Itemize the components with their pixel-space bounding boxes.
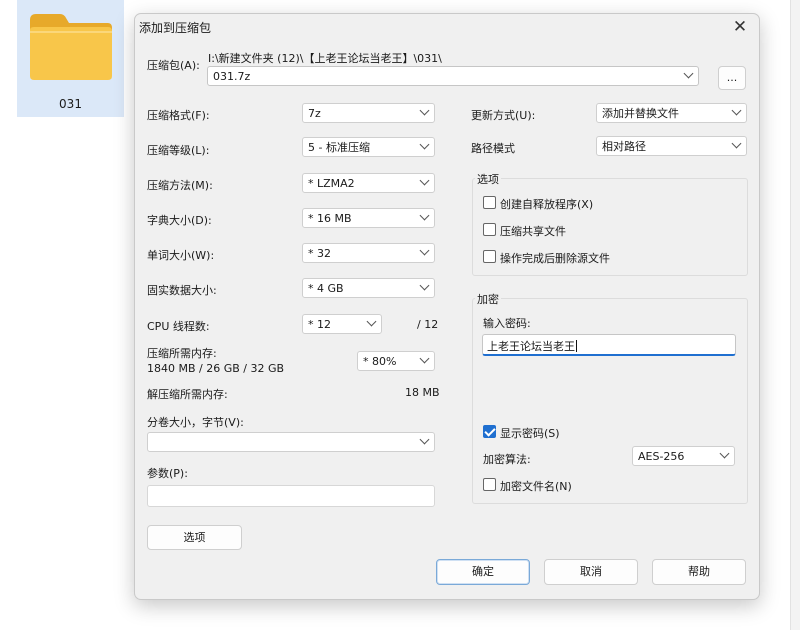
desktop-folder-tile[interactable]: 031 xyxy=(17,0,124,117)
dict-label: 字典大小(D): xyxy=(147,214,212,227)
dict-value: * 16 MB xyxy=(308,212,352,225)
encryption-group-title: 加密 xyxy=(475,291,501,307)
mem-comp-select[interactable]: * 80% xyxy=(357,351,435,371)
solid-select[interactable]: * 4 GB xyxy=(302,278,435,298)
update-label: 更新方式(U): xyxy=(471,109,536,122)
mem-comp-value: * 80% xyxy=(363,355,397,368)
word-select[interactable]: * 32 xyxy=(302,243,435,263)
browse-button[interactable]: ... xyxy=(718,66,746,90)
params-input[interactable] xyxy=(147,485,435,507)
params-label: 参数(P): xyxy=(147,467,188,480)
help-button[interactable]: 帮助 xyxy=(652,559,746,585)
folder-icon xyxy=(30,14,112,80)
archive-path-text: I:\新建文件夹 (12)\【上老王论坛当老王】\031\ xyxy=(208,52,442,65)
background-window-edge xyxy=(790,0,800,630)
delete-label: 操作完成后删除源文件 xyxy=(500,252,610,265)
chevron-down-icon xyxy=(419,280,430,291)
chevron-down-icon xyxy=(731,105,742,116)
path-mode-label: 路径模式 xyxy=(471,142,515,155)
password-value: 上老王论坛当老王 xyxy=(487,340,575,353)
sfx-label: 创建自释放程序(X) xyxy=(500,198,594,211)
checkbox-box xyxy=(483,223,496,236)
split-size-combo[interactable] xyxy=(147,432,435,452)
shared-files-checkbox[interactable]: 压缩共享文件 xyxy=(483,222,683,238)
algorithm-value: AES-256 xyxy=(638,450,685,463)
close-icon: ✕ xyxy=(732,17,748,37)
options-group-title: 选项 xyxy=(475,171,501,187)
format-value: 7z xyxy=(308,107,321,120)
chevron-down-icon xyxy=(683,68,694,79)
solid-label: 固实数据大小: xyxy=(147,284,217,297)
update-value: 添加并替换文件 xyxy=(602,107,679,120)
ok-button[interactable]: 确定 xyxy=(436,559,530,585)
threads-value: * 12 xyxy=(308,318,331,331)
method-value: * LZMA2 xyxy=(308,177,355,190)
text-cursor xyxy=(576,340,577,352)
archive-name-combo[interactable]: 031.7z xyxy=(207,66,699,86)
level-select[interactable]: 5 - 标准压缩 xyxy=(302,137,435,157)
method-label: 压缩方法(M): xyxy=(147,179,213,192)
mem-comp-label: 压缩所需内存: xyxy=(147,347,217,360)
mem-decomp-value: 18 MB xyxy=(405,386,440,399)
dialog-title: 添加到压缩包 xyxy=(139,21,212,35)
checkbox-box xyxy=(483,478,496,491)
format-select[interactable]: 7z xyxy=(302,103,435,123)
chevron-down-icon xyxy=(419,105,430,116)
checkbox-box xyxy=(483,196,496,209)
chevron-down-icon xyxy=(419,434,430,445)
chevron-down-icon xyxy=(419,353,430,364)
archive-label: 压缩包(A): xyxy=(147,59,200,72)
sfx-checkbox[interactable]: 创建自释放程序(X) xyxy=(483,195,683,211)
level-value: 5 - 标准压缩 xyxy=(308,141,370,154)
show-password-checkbox[interactable]: 显示密码(S) xyxy=(483,424,683,440)
word-label: 单词大小(W): xyxy=(147,249,215,262)
encrypt-names-label: 加密文件名(N) xyxy=(500,480,572,493)
update-mode-select[interactable]: 添加并替换文件 xyxy=(596,103,747,123)
chevron-down-icon xyxy=(719,448,730,459)
chevron-down-icon xyxy=(366,316,377,327)
add-to-archive-dialog: 添加到压缩包 ✕ 压缩包(A): I:\新建文件夹 (12)\【上老王论坛当老王… xyxy=(134,13,760,600)
threads-select[interactable]: * 12 xyxy=(302,314,382,334)
path-mode-value: 相对路径 xyxy=(602,140,646,153)
mem-decomp-label: 解压缩所需内存: xyxy=(147,388,228,401)
threads-total: / 12 xyxy=(417,318,439,331)
word-value: * 32 xyxy=(308,247,331,260)
password-input[interactable]: 上老王论坛当老王 xyxy=(482,334,736,356)
path-mode-select[interactable]: 相对路径 xyxy=(596,136,747,156)
format-label: 压缩格式(F): xyxy=(147,109,210,122)
split-label: 分卷大小，字节(V): xyxy=(147,416,244,429)
chevron-down-icon xyxy=(419,245,430,256)
chevron-down-icon xyxy=(419,175,430,186)
level-label: 压缩等级(L): xyxy=(147,144,210,157)
encrypt-names-checkbox[interactable]: 加密文件名(N) xyxy=(483,477,683,493)
chevron-down-icon xyxy=(419,210,430,221)
options-button[interactable]: 选项 xyxy=(147,525,242,550)
archive-name-value: 031.7z xyxy=(213,70,251,83)
threads-label: CPU 线程数: xyxy=(147,320,210,333)
algorithm-select[interactable]: AES-256 xyxy=(632,446,735,466)
chevron-down-icon xyxy=(731,138,742,149)
password-label: 输入密码: xyxy=(483,317,531,330)
cancel-button[interactable]: 取消 xyxy=(544,559,638,585)
checkbox-checked-icon xyxy=(483,425,496,438)
shared-label: 压缩共享文件 xyxy=(500,225,566,238)
checkbox-box xyxy=(483,250,496,263)
chevron-down-icon xyxy=(419,139,430,150)
method-select[interactable]: * LZMA2 xyxy=(302,173,435,193)
solid-value: * 4 GB xyxy=(308,282,344,295)
folder-label: 031 xyxy=(59,97,82,111)
algorithm-label: 加密算法: xyxy=(483,453,531,466)
title-bar[interactable]: 添加到压缩包 ✕ xyxy=(135,14,759,40)
show-password-label: 显示密码(S) xyxy=(500,427,560,440)
delete-source-checkbox[interactable]: 操作完成后删除源文件 xyxy=(483,249,683,265)
close-button[interactable]: ✕ xyxy=(729,16,751,38)
mem-comp-detail: 1840 MB / 26 GB / 32 GB xyxy=(147,362,285,375)
dict-select[interactable]: * 16 MB xyxy=(302,208,435,228)
